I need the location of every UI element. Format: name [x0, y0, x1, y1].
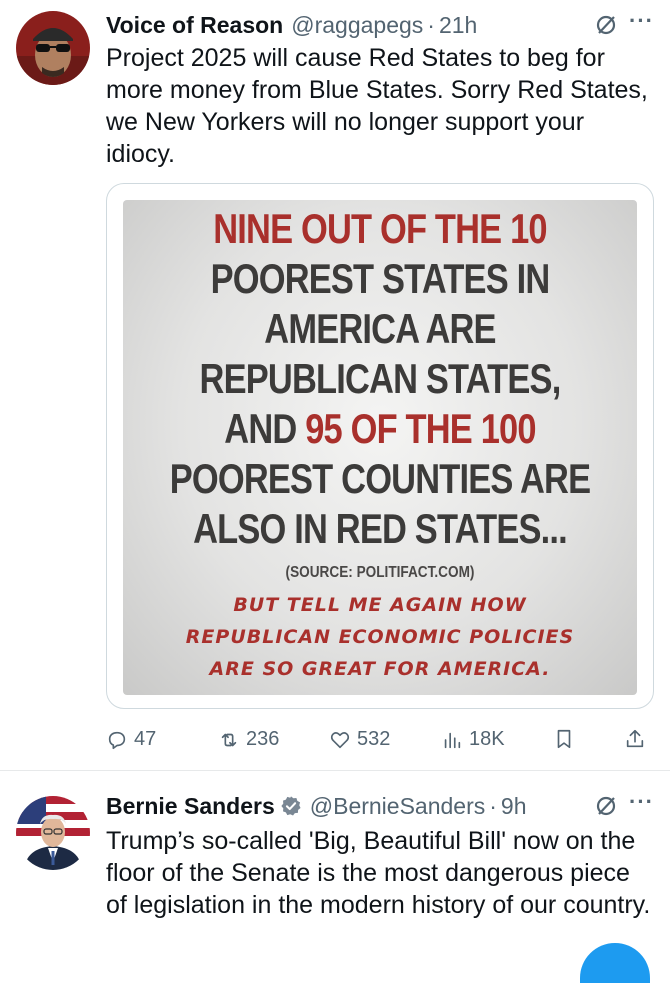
poster-headline-line: AMERICA ARE: [169, 306, 590, 352]
poster-headline-line: AND 95 OF THE 100: [169, 406, 590, 452]
verified-badge-icon[interactable]: [280, 795, 302, 817]
compose-button[interactable]: [580, 943, 650, 983]
poster-handwritten-line: BUT TELL ME AGAIN HOW: [233, 594, 527, 616]
poster-headline-line: POOREST COUNTIES ARE: [169, 455, 591, 502]
reply-button[interactable]: 47: [106, 728, 156, 751]
like-button[interactable]: 532: [329, 728, 390, 751]
poster-headline-text: 95 OF THE 100: [305, 405, 536, 452]
poster-headline-line: NINE OUT OF THE 10: [169, 206, 590, 252]
tweet-header: Voice of Reason @raggapegs · 21h: [106, 10, 654, 40]
like-count: 532: [357, 728, 391, 750]
tweet-actions: 47 236 532 18K: [106, 728, 646, 754]
poster-headline-text: NINE OUT OF THE 10: [213, 205, 547, 252]
views-icon: [444, 732, 461, 748]
author-handle[interactable]: @BernieSanders: [310, 793, 486, 820]
poster-headline-text: AMERICA ARE: [264, 305, 496, 352]
tweet[interactable]: Bernie Sanders @BernieSanders · 9h ··· T…: [0, 770, 670, 983]
poster-image: NINE OUT OF THE 10 POOREST STATES IN AMERI…: [123, 200, 637, 695]
reply-icon: [108, 731, 126, 749]
poster-headline-text: ALSO IN RED STATES...: [193, 505, 568, 552]
heart-icon: [330, 731, 350, 748]
tweet[interactable]: Voice of Reason @raggapegs · 21h ··· Pro…: [0, 0, 670, 770]
poster-headline-text: REPUBLICAN STATES,: [199, 355, 562, 402]
bookmark-button[interactable]: [553, 728, 575, 750]
poster-headline-line: ALSO IN RED STATES...: [169, 506, 590, 552]
separator: ·: [427, 11, 435, 38]
poster-headline-text: POOREST STATES IN: [210, 255, 551, 302]
author-name[interactable]: Bernie Sanders: [106, 793, 275, 820]
grok-icon[interactable]: [594, 794, 618, 818]
separator: ·: [489, 792, 497, 819]
more-options-icon[interactable]: ···: [629, 789, 654, 815]
views-count: 18K: [469, 728, 505, 750]
repost-count: 236: [246, 728, 280, 750]
poster-headline-line: POOREST STATES IN: [169, 256, 590, 302]
share-button[interactable]: [624, 728, 646, 750]
poster-headline-text: AND: [224, 405, 306, 452]
repost-icon: [221, 733, 237, 746]
views-button[interactable]: 18K: [441, 728, 505, 751]
bookmark-icon: [557, 729, 571, 749]
timestamp[interactable]: 9h: [501, 793, 527, 820]
author-name[interactable]: Voice of Reason: [106, 12, 283, 39]
poster-headline-line: REPUBLICAN STATES,: [169, 356, 590, 402]
tweet-text: Trump’s so-called 'Big, Beautiful Bill' …: [106, 827, 651, 919]
avatar[interactable]: [16, 796, 90, 870]
repost-button[interactable]: 236: [218, 728, 279, 751]
tweet-media[interactable]: NINE OUT OF THE 10 POOREST STATES IN AMERI…: [106, 183, 654, 709]
tweet-text: Project 2025 will cause Red States to be…: [106, 44, 648, 168]
tweet-header: Bernie Sanders @BernieSanders · 9h: [106, 791, 654, 821]
poster-source: (SOURCE: POLITIFACT.COM): [285, 564, 475, 581]
timestamp[interactable]: 21h: [439, 12, 477, 39]
grok-icon[interactable]: [594, 13, 618, 37]
avatar[interactable]: [16, 11, 90, 85]
poster-headline-text: POOREST COUNTIES ARE: [169, 455, 591, 502]
author-handle[interactable]: @raggapegs: [291, 12, 423, 39]
reply-count: 47: [134, 728, 157, 750]
poster-handwritten-line: ARE SO GREAT FOR AMERICA.: [209, 658, 551, 680]
share-icon: [626, 729, 644, 748]
poster-handwritten-line: REPUBLICAN ECONOMIC POLICIES: [185, 626, 575, 648]
more-options-icon[interactable]: ···: [629, 8, 654, 34]
